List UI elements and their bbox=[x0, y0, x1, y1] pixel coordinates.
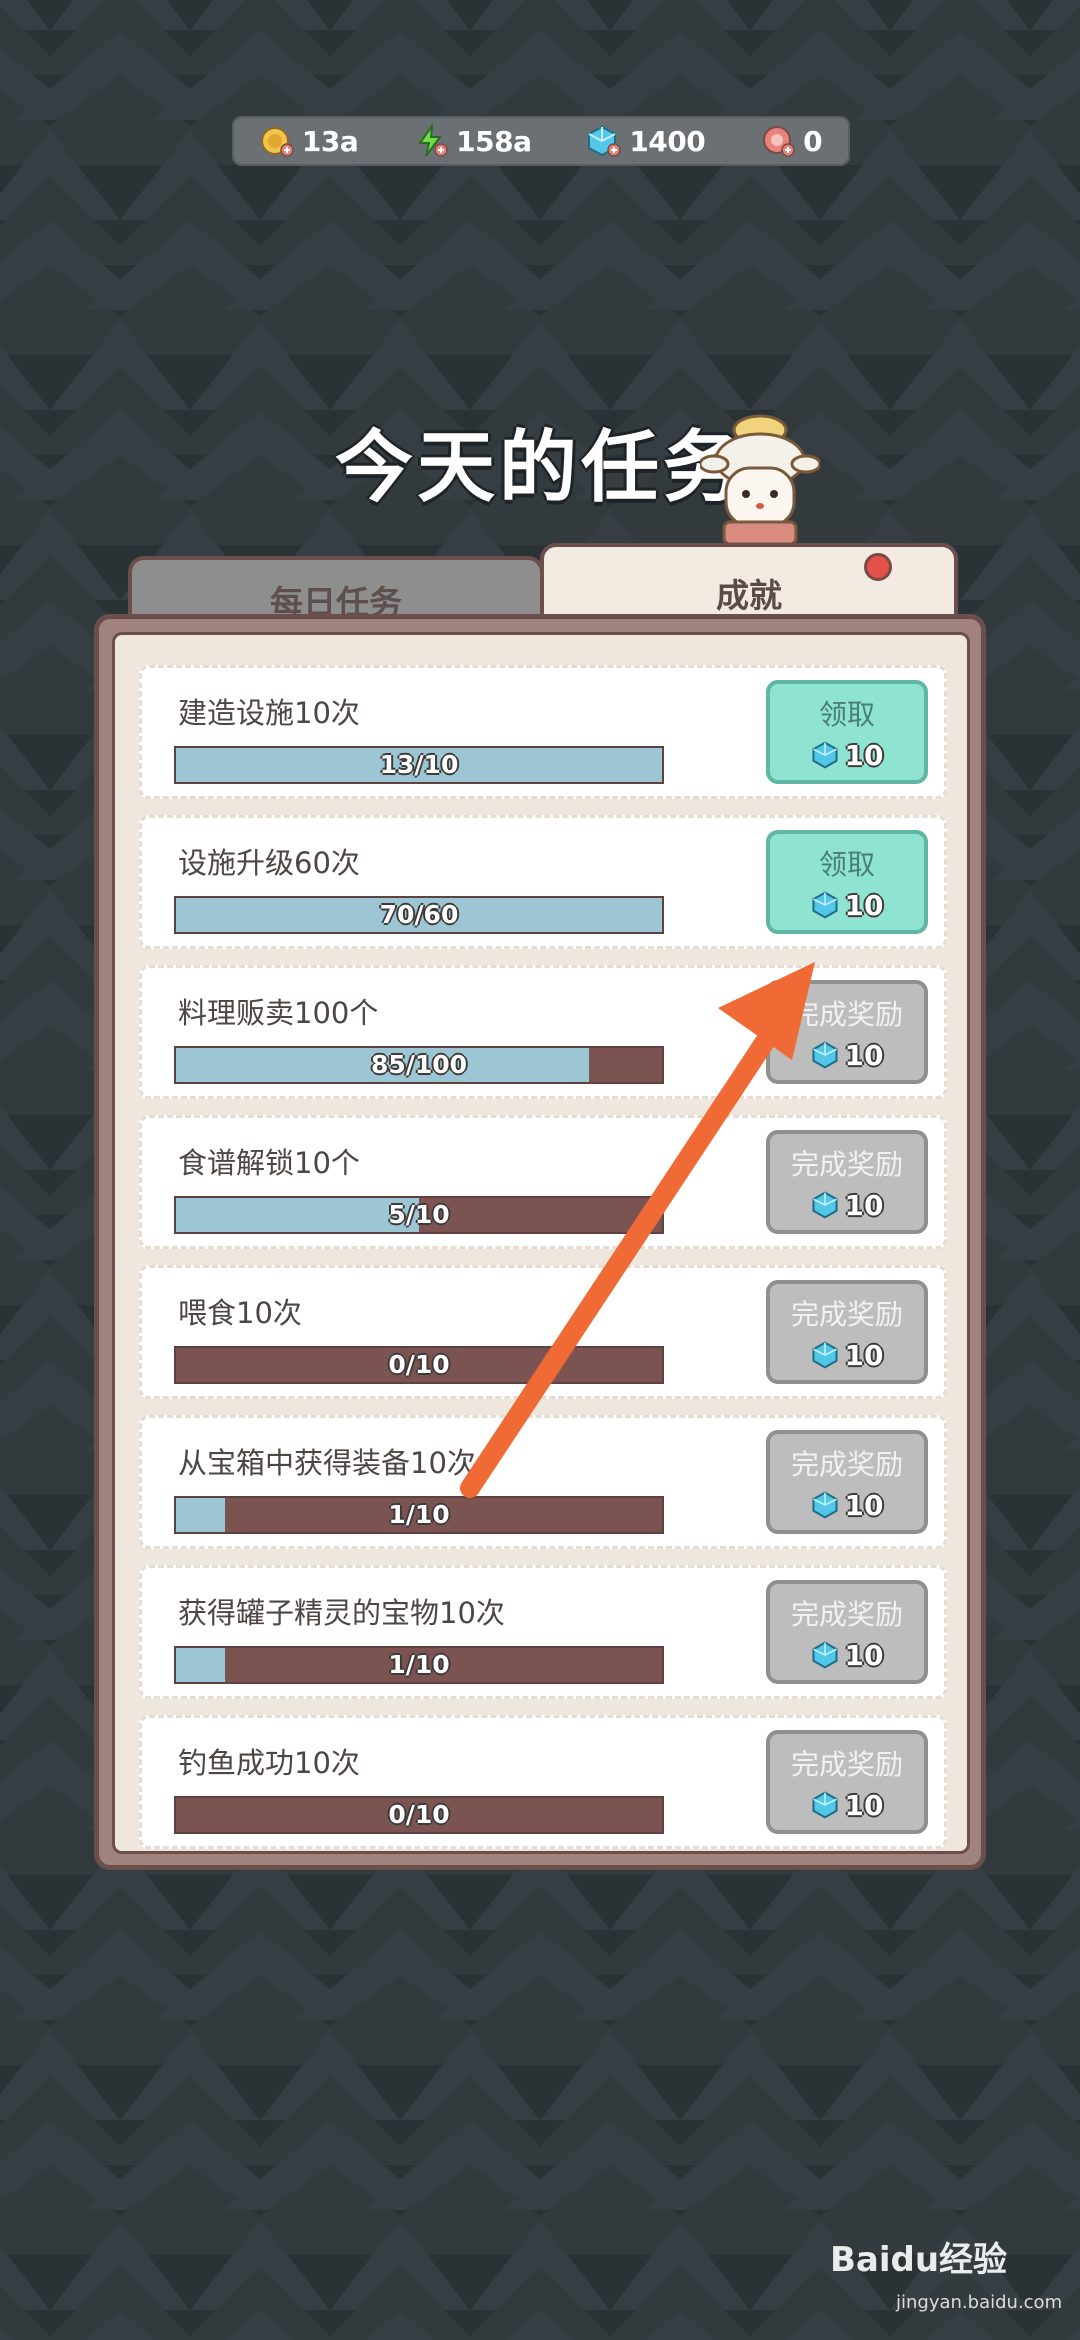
progress-bar: 1/10 bbox=[174, 1496, 664, 1534]
watermark-logo: Baidu经验 bbox=[830, 2240, 1008, 2280]
gem-icon bbox=[811, 1041, 838, 1069]
task-name: 喂食10次 bbox=[178, 1296, 302, 1330]
gem-icon bbox=[811, 1641, 838, 1669]
complete-reward-button[interactable]: 完成奖励 10 bbox=[766, 980, 928, 1084]
reward-button-label: 完成奖励 bbox=[790, 1597, 903, 1631]
meat-value: 0 bbox=[803, 124, 823, 158]
task-list: 建造设施10次 13/10 领取 10 设施升级60次 70/60 领取 10 … bbox=[139, 665, 947, 1851]
complete-reward-button[interactable]: 完成奖励 10 bbox=[766, 1280, 928, 1384]
reward-amount: 10 bbox=[811, 1488, 884, 1522]
reward-button-label: 完成奖励 bbox=[790, 1297, 903, 1331]
task-row: 钓鱼成功10次 0/10 完成奖励 10 bbox=[139, 1715, 947, 1849]
progress-text: 0/10 bbox=[388, 1350, 450, 1379]
gem-icon bbox=[811, 741, 838, 769]
reward-value: 10 bbox=[844, 1788, 884, 1822]
progress-bar: 0/10 bbox=[174, 1796, 664, 1834]
gem-value: 1400 bbox=[629, 124, 706, 158]
currency-energy[interactable]: 158a bbox=[414, 124, 532, 158]
watermark-url: jingyan.baidu.com bbox=[896, 2292, 1063, 2313]
reward-value: 10 bbox=[844, 1488, 884, 1522]
reward-button-label: 领取 bbox=[818, 847, 875, 881]
gem-icon bbox=[811, 1791, 838, 1819]
progress-bar: 85/100 bbox=[174, 1046, 664, 1084]
progress-bar: 5/10 bbox=[174, 1196, 664, 1234]
progress-bar: 13/10 bbox=[174, 746, 664, 784]
claim-reward-button[interactable]: 领取 10 bbox=[766, 830, 928, 934]
coin-icon bbox=[260, 127, 294, 157]
coin-value: 13a bbox=[301, 124, 359, 158]
progress-bar: 70/60 bbox=[174, 896, 664, 934]
claim-reward-button[interactable]: 领取 10 bbox=[766, 680, 928, 784]
progress-text: 1/10 bbox=[388, 1500, 450, 1529]
currency-coin[interactable]: 13a bbox=[260, 124, 359, 158]
gem-icon bbox=[811, 1341, 838, 1369]
page-title: 今天的任务 bbox=[334, 423, 745, 513]
complete-reward-button[interactable]: 完成奖励 10 bbox=[766, 1130, 928, 1234]
currency-gem[interactable]: 1400 bbox=[587, 124, 706, 158]
currency-bar: 13a 158a 1400 0 bbox=[232, 116, 850, 166]
gem-icon bbox=[588, 125, 622, 157]
complete-reward-button[interactable]: 完成奖励 10 bbox=[766, 1580, 928, 1684]
progress-text: 85/100 bbox=[370, 1050, 468, 1079]
task-list-container[interactable]: 建造设施10次 13/10 领取 10 设施升级60次 70/60 领取 10 … bbox=[112, 632, 970, 1854]
task-name: 设施升级60次 bbox=[178, 846, 360, 880]
reward-button-label: 完成奖励 bbox=[790, 1447, 903, 1481]
task-row: 喂食10次 0/10 完成奖励 10 bbox=[139, 1265, 947, 1399]
task-name: 获得罐子精灵的宝物10次 bbox=[178, 1596, 505, 1630]
reward-amount: 10 bbox=[811, 738, 884, 772]
task-row: 从宝箱中获得装备10次 1/10 完成奖励 10 bbox=[139, 1415, 947, 1549]
progress-text: 13/10 bbox=[379, 750, 459, 779]
progress-bar: 1/10 bbox=[174, 1646, 664, 1684]
lightning-icon bbox=[418, 124, 448, 157]
task-row: 料理贩卖100个 85/100 完成奖励 10 bbox=[139, 965, 947, 1099]
progress-text: 1/10 bbox=[388, 1650, 450, 1679]
reward-value: 10 bbox=[844, 1038, 884, 1072]
task-row: 获得罐子精灵的宝物10次 1/10 完成奖励 10 bbox=[139, 1565, 947, 1699]
meat-icon bbox=[763, 126, 795, 157]
task-name: 钓鱼成功10次 bbox=[178, 1746, 360, 1780]
task-name: 从宝箱中获得装备10次 bbox=[178, 1446, 476, 1480]
gem-icon bbox=[811, 1191, 838, 1219]
notification-dot bbox=[864, 553, 892, 581]
energy-value: 158a bbox=[456, 124, 532, 158]
reward-amount: 10 bbox=[811, 1188, 884, 1222]
progress-text: 70/60 bbox=[379, 900, 459, 929]
tab-achievements-label: 成就 bbox=[716, 576, 782, 615]
task-name: 食谱解锁10个 bbox=[178, 1146, 360, 1180]
task-name: 料理贩卖100个 bbox=[178, 996, 379, 1030]
gem-icon bbox=[811, 1491, 838, 1519]
currency-meat[interactable]: 0 bbox=[761, 124, 823, 158]
reward-amount: 10 bbox=[811, 1038, 884, 1072]
reward-button-label: 完成奖励 bbox=[790, 1147, 903, 1181]
reward-amount: 10 bbox=[811, 1338, 884, 1372]
reward-button-label: 完成奖励 bbox=[790, 1747, 903, 1781]
mascot-character-icon bbox=[700, 414, 820, 545]
complete-reward-button[interactable]: 完成奖励 10 bbox=[766, 1430, 928, 1534]
reward-amount: 10 bbox=[811, 1788, 884, 1822]
reward-button-label: 完成奖励 bbox=[790, 997, 903, 1031]
progress-text: 5/10 bbox=[388, 1200, 450, 1229]
reward-amount: 10 bbox=[811, 1638, 884, 1672]
progress-bar: 0/10 bbox=[174, 1346, 664, 1384]
reward-value: 10 bbox=[844, 1638, 884, 1672]
reward-value: 10 bbox=[844, 888, 884, 922]
task-row: 设施升级60次 70/60 领取 10 bbox=[139, 815, 947, 949]
complete-reward-button[interactable]: 完成奖励 10 bbox=[766, 1730, 928, 1834]
reward-button-label: 领取 bbox=[818, 697, 875, 731]
reward-amount: 10 bbox=[811, 888, 884, 922]
reward-value: 10 bbox=[844, 1188, 884, 1222]
reward-value: 10 bbox=[844, 1338, 884, 1372]
task-row: 建造设施10次 13/10 领取 10 bbox=[139, 665, 947, 799]
reward-value: 10 bbox=[844, 738, 884, 772]
task-name: 建造设施10次 bbox=[178, 696, 360, 730]
progress-text: 0/10 bbox=[388, 1800, 450, 1829]
gem-icon bbox=[811, 891, 838, 919]
task-row: 食谱解锁10个 5/10 完成奖励 10 bbox=[139, 1115, 947, 1249]
